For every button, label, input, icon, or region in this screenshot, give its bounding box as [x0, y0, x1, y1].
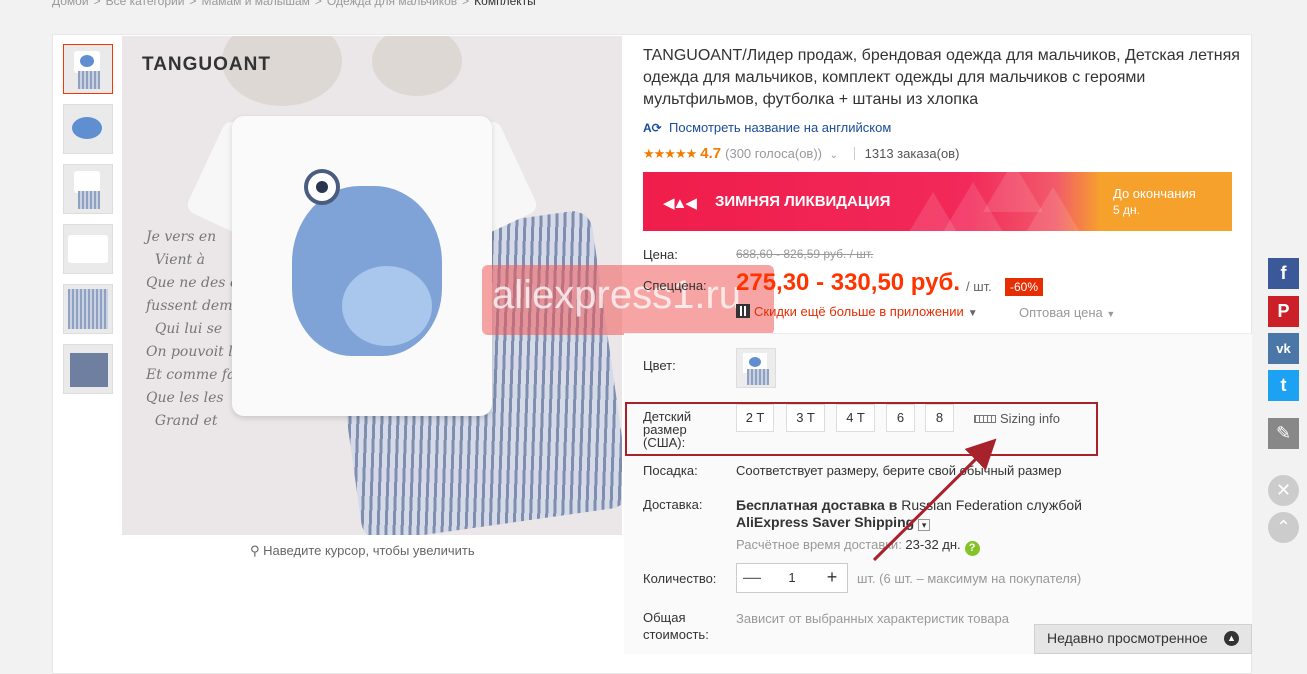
annotation-arrow-icon [872, 438, 997, 562]
